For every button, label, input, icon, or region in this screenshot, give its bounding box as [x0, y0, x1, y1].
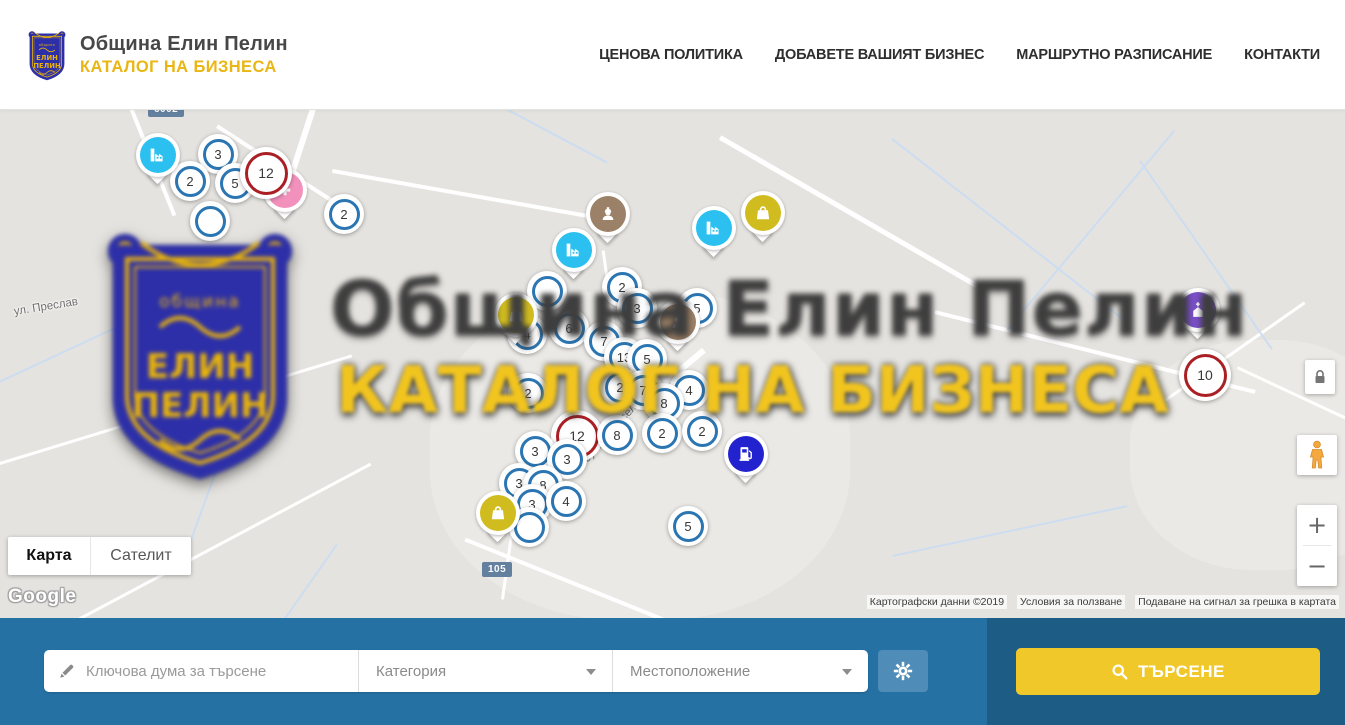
lock-icon	[1313, 369, 1327, 385]
svg-text:ПЕЛИН: ПЕЛИН	[132, 386, 269, 426]
map-type-satellite-button[interactable]: Сателит	[90, 537, 191, 575]
cluster-marker[interactable]: 12	[240, 147, 292, 199]
cluster-marker[interactable]: 5	[668, 506, 708, 546]
attribution-text: Картографски данни ©2019	[867, 595, 1007, 609]
nav-item[interactable]: КОНТАКТИ	[1244, 47, 1320, 63]
site-title: Община Елин Пелин	[80, 33, 288, 56]
map-type-control: Карта Сателит	[8, 537, 191, 575]
pegman-button[interactable]	[1297, 435, 1337, 475]
cluster-marker[interactable]: 2	[324, 194, 364, 234]
search-icon	[1111, 663, 1128, 680]
svg-text:ПЕЛИН: ПЕЛИН	[33, 62, 61, 70]
advanced-settings-button[interactable]	[878, 650, 928, 692]
category-select-value: Категория	[359, 663, 446, 680]
header: община ЕЛИН ПЕЛИН Община Елин Пелин КАТА…	[0, 0, 1345, 110]
main-nav: ЦЕНОВА ПОЛИТИКА ДОБАВЕТЕ ВАШИЯТ БИЗНЕС МАР…	[599, 0, 1320, 110]
cluster-marker[interactable]: 4	[546, 481, 586, 521]
search-bar: Категория Местоположение	[0, 618, 1345, 725]
keyword-section[interactable]	[44, 650, 359, 692]
watermark-subtitle: КАТАЛОГ НА БИЗНЕСА	[336, 354, 1169, 428]
zoom-out-button[interactable]: −	[1297, 546, 1337, 586]
location-select-value: Местоположение	[613, 663, 750, 680]
chevron-down-icon	[842, 669, 852, 675]
svg-text:ЕЛИН: ЕЛИН	[36, 54, 58, 62]
attribution-link[interactable]: Подаване на сигнал за грешка в картата	[1135, 595, 1339, 609]
svg-text:община: община	[159, 292, 240, 312]
location-select[interactable]: Местоположение	[613, 650, 868, 692]
search-button[interactable]: ТЪРСЕНЕ	[1016, 648, 1320, 695]
pegman-icon	[1306, 440, 1328, 470]
pin-fuel[interactable]	[723, 432, 769, 492]
attribution-link[interactable]: Условия за ползване	[1017, 595, 1125, 609]
map-attribution: Картографски данни ©2019 Условия за ползв…	[867, 595, 1339, 609]
watermark-municipality-logo: община ЕЛИН ПЕЛИН	[85, 215, 315, 490]
chevron-down-icon	[586, 669, 596, 675]
brand[interactable]: община ЕЛИН ПЕЛИН Община Елин Пелин КАТА…	[24, 27, 288, 83]
street-view-lock-button[interactable]	[1305, 360, 1335, 394]
cluster-marker[interactable]: 10	[1179, 349, 1231, 401]
site-subtitle: КАТАЛОГ НА БИЗНЕСА	[80, 58, 288, 77]
map-type-map-button[interactable]: Карта	[8, 537, 90, 575]
zoom-in-button[interactable]: +	[1297, 505, 1337, 545]
watermark-title: Община Елин Пелин	[330, 264, 1249, 353]
map-canvas[interactable]: 6002105ул. Преславбул. „Новосел 32512223…	[0, 110, 1345, 618]
pin-factory[interactable]	[135, 133, 181, 193]
svg-text:ЕЛИН: ЕЛИН	[146, 347, 254, 387]
pin-bag[interactable]	[475, 491, 521, 551]
nav-item[interactable]: МАРШРУТНО РАЗПИСАНИЕ	[1016, 47, 1212, 63]
google-logo[interactable]: Google	[8, 586, 76, 608]
gear-icon	[892, 660, 914, 682]
municipality-logo: община ЕЛИН ПЕЛИН	[24, 27, 70, 83]
search-button-label: ТЪРСЕНЕ	[1138, 662, 1225, 682]
pin-bag[interactable]	[740, 191, 786, 251]
pin-factory[interactable]	[691, 206, 737, 266]
keyword-search-input[interactable]	[86, 663, 358, 680]
category-select[interactable]: Категория	[359, 650, 613, 692]
search-input-group: Категория Местоположение	[44, 650, 868, 692]
svg-text:община: община	[39, 43, 55, 47]
zoom-control: + −	[1297, 505, 1337, 586]
nav-item[interactable]: ЦЕНОВА ПОЛИТИКА	[599, 47, 743, 63]
pencil-icon	[44, 662, 86, 680]
nav-item[interactable]: ДОБАВЕТЕ ВАШИЯТ БИЗНЕС	[775, 47, 984, 63]
pin-worker[interactable]	[585, 192, 631, 252]
